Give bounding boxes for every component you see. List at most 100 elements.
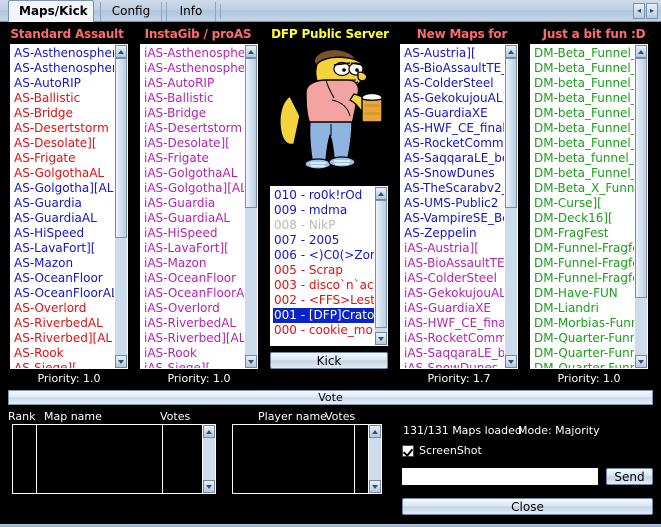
scroll-track[interactable]: [505, 58, 517, 355]
scroll-up-icon[interactable]: [635, 45, 647, 58]
list-item[interactable]: iAS-Bridge: [143, 106, 244, 121]
scrollbar-standard-assault[interactable]: [114, 45, 127, 368]
list-item[interactable]: DM-Quarter-Funnel2: [533, 331, 634, 346]
list-item[interactable]: AS-SaqqaraLE_beta: [403, 151, 504, 166]
list-item[interactable]: 006 - <)C0(>Zork: [273, 248, 374, 263]
list-item[interactable]: AS-VampireSE_Beta5: [403, 211, 504, 226]
map-list-new-maps-for-league-items[interactable]: AS-Austria][AS-BioAssaultTE_Final_IAS-Co…: [401, 45, 504, 368]
list-item[interactable]: DM-Liandri: [533, 301, 634, 316]
scroll-down-icon[interactable]: [505, 355, 517, 368]
list-item[interactable]: DM-Have-FUN: [533, 286, 634, 301]
list-item[interactable]: iAS-Guardia: [143, 196, 244, 211]
list-item[interactable]: AS-Desolate][: [13, 136, 114, 151]
list-item[interactable]: iAS-OceanFloorAL: [143, 286, 244, 301]
list-item[interactable]: AS-Zeppelin: [403, 226, 504, 241]
map-list-new-maps-for-league[interactable]: AS-Austria][AS-BioAssaultTE_Final_IAS-Co…: [400, 44, 518, 369]
list-item[interactable]: AS-HWF_CE_finalbeta: [403, 121, 504, 136]
scrollbar-new-maps-for-league[interactable]: [504, 45, 517, 368]
tab-scroll-right-icon[interactable]: ▸: [646, 3, 658, 19]
list-item[interactable]: AS-Mazon: [13, 256, 114, 271]
scroll-thumb[interactable]: [115, 58, 127, 238]
list-item[interactable]: DM-Beta_Funnel_Have-: [533, 46, 634, 61]
list-item[interactable]: AS-Guardia: [13, 196, 114, 211]
list-item[interactable]: AS-Siege][: [13, 361, 114, 368]
tab-maps-kick[interactable]: Maps/Kick: [8, 0, 94, 22]
list-item[interactable]: AS-Rook: [13, 346, 114, 361]
list-item[interactable]: AS-Golgotha][AL: [13, 181, 114, 196]
map-list-standard-assault-items[interactable]: AS-AsthenosphereAS-AsthenosphereALAS-Aut…: [11, 45, 114, 368]
map-list-instagib-proas[interactable]: iAS-AsthenosphereiAS-AsthenosphereALiAS-…: [140, 44, 258, 369]
scrollbar-just-a-bit-fun[interactable]: [634, 45, 647, 368]
list-item[interactable]: iAS-Siege][: [143, 361, 244, 368]
list-item[interactable]: AS-Bridge: [13, 106, 114, 121]
list-item[interactable]: iAS-AsthenosphereAL: [143, 61, 244, 76]
list-item[interactable]: iAS-Overlord: [143, 301, 244, 316]
scroll-track[interactable]: [369, 438, 381, 480]
list-item[interactable]: iAS-BioAssaultTE_Final_: [403, 256, 504, 271]
list-item[interactable]: 003 - disco`n`action: [273, 278, 374, 293]
tab-info[interactable]: Info: [166, 2, 216, 21]
list-item[interactable]: DM-beta_Funnel_II: [533, 61, 634, 76]
scroll-down-icon[interactable]: [369, 480, 381, 493]
close-button[interactable]: Close: [402, 498, 653, 515]
scroll-down-icon[interactable]: [635, 355, 647, 368]
list-item[interactable]: 005 - Scrap: [273, 263, 374, 278]
list-item[interactable]: iAS-ColderSteel: [403, 271, 504, 286]
list-item[interactable]: AS-Austria][: [403, 46, 504, 61]
list-item[interactable]: DM-FragFest: [533, 226, 634, 241]
list-item[interactable]: iAS-Mazon: [143, 256, 244, 271]
list-item[interactable]: DM-Funnel-Fragfest2: [533, 256, 634, 271]
list-item[interactable]: AS-GolgothaAL: [13, 166, 114, 181]
list-item[interactable]: iAS-GuardiaXE: [403, 301, 504, 316]
list-item[interactable]: iAS-Golgotha][AL: [143, 181, 244, 196]
list-item[interactable]: iAS-Rook: [143, 346, 244, 361]
list-item[interactable]: 002 - <FFS>Lestat: [273, 293, 374, 308]
screenshot-checkbox-row[interactable]: ScreenShot: [402, 444, 482, 457]
list-item[interactable]: DM-Quarter-Funnel4: [533, 361, 634, 368]
list-item[interactable]: DM-Quarter-Funnel3: [533, 346, 634, 361]
kick-button[interactable]: Kick: [270, 352, 388, 369]
scroll-up-icon[interactable]: [203, 425, 215, 438]
list-item[interactable]: DM-beta_Funnel_V_Tri: [533, 166, 634, 181]
list-item[interactable]: DM-Curse][: [533, 196, 634, 211]
scroll-track[interactable]: [635, 58, 647, 355]
list-item[interactable]: AS-BioAssaultTE_Final_I: [403, 61, 504, 76]
list-item[interactable]: AS-GuardiaXE: [403, 106, 504, 121]
list-item[interactable]: AS-Ballistic: [13, 91, 114, 106]
list-item[interactable]: AS-GekokujouAL][: [403, 91, 504, 106]
list-item[interactable]: iAS-AutoRIP: [143, 76, 244, 91]
chat-input[interactable]: [402, 468, 598, 485]
list-item[interactable]: DM-beta_funnel_IV: [533, 151, 634, 166]
list-item[interactable]: DM-Funnel-Fragfest1: [533, 241, 634, 256]
list-item[interactable]: AS-RiverbedAL: [13, 316, 114, 331]
screenshot-checkbox[interactable]: [402, 444, 414, 457]
list-item[interactable]: iAS-Asthenosphere: [143, 46, 244, 61]
scroll-up-icon[interactable]: [369, 425, 381, 438]
list-item[interactable]: iAS-SaqqaraLE_beta: [403, 346, 504, 361]
list-item[interactable]: AS-Riverbed][AL: [13, 331, 114, 346]
list-item[interactable]: AS-SnowDunes: [403, 166, 504, 181]
list-item[interactable]: iAS-GolgothaAL: [143, 166, 244, 181]
list-item[interactable]: iAS-HiSpeed: [143, 226, 244, 241]
list-item[interactable]: iAS-HWF_CE_finalbeta: [403, 316, 504, 331]
list-item[interactable]: 000 - cookie_monster: [273, 323, 374, 338]
list-item[interactable]: AS-HiSpeed: [13, 226, 114, 241]
list-item[interactable]: iAS-Ballistic: [143, 91, 244, 106]
scrollbar-map-votes[interactable]: [202, 425, 215, 493]
list-item[interactable]: DM-Beta_X_Funnel-RMX: [533, 181, 634, 196]
player-votes-table[interactable]: [232, 424, 382, 494]
scroll-up-icon[interactable]: [115, 45, 127, 58]
list-item[interactable]: AS-UMS-Public2: [403, 196, 504, 211]
scroll-thumb[interactable]: [635, 58, 647, 298]
list-item[interactable]: iAS-Austria][: [403, 241, 504, 256]
scroll-track[interactable]: [245, 58, 257, 355]
send-button[interactable]: Send: [606, 468, 653, 485]
scroll-up-icon[interactable]: [245, 45, 257, 58]
list-item[interactable]: AS-AsthenosphereAL: [13, 61, 114, 76]
scroll-down-icon[interactable]: [245, 355, 257, 368]
map-list-instagib-proas-items[interactable]: iAS-AsthenosphereiAS-AsthenosphereALiAS-…: [141, 45, 244, 368]
scrollbar-player-votes[interactable]: [368, 425, 381, 493]
list-item[interactable]: iAS-GuardiaAL: [143, 211, 244, 226]
list-item[interactable]: 009 - mdma: [273, 203, 374, 218]
scroll-thumb[interactable]: [375, 200, 387, 328]
